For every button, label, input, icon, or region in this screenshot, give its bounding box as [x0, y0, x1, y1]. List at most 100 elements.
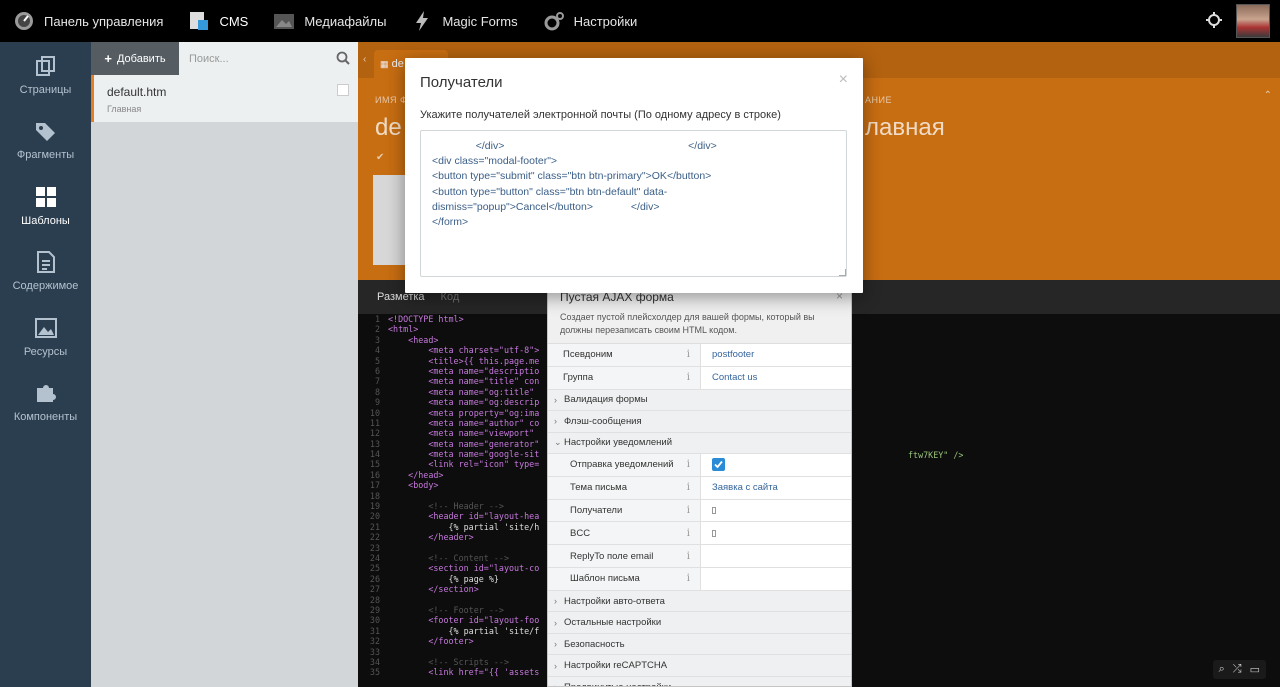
info-icon[interactable]: i	[687, 482, 690, 493]
line-text: <title>{{ this.page.me	[388, 355, 540, 366]
topbar-right	[1206, 0, 1270, 42]
property-row: Псевдоним i postfooter	[548, 344, 851, 367]
file-panel: + Добавить Поиск... default.htm Главная	[91, 42, 358, 687]
line-number: 7	[374, 376, 380, 387]
add-button[interactable]: + Добавить	[91, 42, 179, 75]
info-icon[interactable]: i	[687, 505, 690, 516]
property-group[interactable]: › Безопасность	[548, 633, 851, 656]
property-group[interactable]: ⌄ Настройки уведомлений	[548, 432, 851, 455]
shuffle-icon[interactable]: ⤮	[1233, 663, 1242, 676]
info-icon[interactable]: i	[687, 573, 690, 584]
search-icon[interactable]: ⌕	[1219, 663, 1225, 676]
crosshair-icon[interactable]	[1206, 11, 1222, 31]
nav-label: Ресурсы	[23, 345, 68, 358]
list-item[interactable]: default.htm Главная	[91, 75, 358, 122]
info-icon[interactable]: i	[687, 551, 690, 562]
checkbox-checked-icon[interactable]	[712, 458, 725, 472]
topbar-item-cms[interactable]: CMS	[175, 0, 260, 42]
topbar-item-magic-forms[interactable]: Magic Forms	[398, 0, 529, 42]
line-text: <head>	[388, 334, 439, 345]
close-icon[interactable]: ×	[839, 71, 848, 89]
search-icon	[336, 51, 350, 65]
info-icon[interactable]: i	[687, 372, 690, 383]
line-number: 27	[369, 584, 380, 595]
line-number: 25	[369, 563, 380, 574]
chevron-down-icon: ⌄	[554, 437, 562, 448]
line-number: 12	[369, 428, 380, 439]
property-group[interactable]: › Флэш-сообщения	[548, 411, 851, 433]
property-value[interactable]: postfooter	[700, 344, 851, 366]
group-label: Остальные настройки	[564, 617, 662, 629]
property-value[interactable]	[700, 568, 851, 590]
topbar-item-settings[interactable]: Настройки	[530, 0, 650, 42]
dashboard-icon	[12, 9, 36, 33]
edit-placeholder-icon	[712, 507, 716, 515]
add-button-label: Добавить	[116, 52, 166, 65]
cms-icon	[187, 9, 211, 33]
info-icon[interactable]: i	[687, 349, 690, 360]
nav-item-assets[interactable]: Ресурсы	[0, 304, 91, 370]
recipients-textarea[interactable]: </div> </div> <div class="modal-footer">…	[420, 130, 847, 277]
property-name: Получатели i	[548, 499, 700, 522]
description-label: АНИЕ	[865, 95, 892, 105]
nav-item-components[interactable]: Компоненты	[0, 370, 91, 436]
line-text: <meta name="generator"	[388, 438, 540, 449]
topbar-label: Панель управления	[44, 13, 164, 29]
group-label: Настройки уведомлений	[564, 437, 673, 449]
info-icon[interactable]: i	[687, 459, 690, 470]
property-group[interactable]: › Валидация формы	[548, 389, 851, 412]
content-icon	[36, 251, 55, 274]
topbar-item-dashboard[interactable]: Панель управления	[0, 0, 175, 42]
line-text: <meta name="title" con	[388, 376, 540, 387]
property-name: Отправка уведомлений i	[548, 454, 700, 476]
collapse-icon[interactable]: ⌃	[1264, 90, 1272, 101]
line-text: <meta name="author" co	[388, 417, 540, 428]
pages-icon	[35, 55, 55, 76]
info-icon[interactable]: i	[687, 528, 690, 539]
nav-item-content[interactable]: Содержимое	[0, 239, 91, 305]
property-value[interactable]: Contact us	[700, 366, 851, 389]
chevron-right-icon: ›	[554, 682, 564, 686]
property-value[interactable]	[700, 522, 851, 545]
property-group[interactable]: ›Продвинутые настройки	[548, 676, 851, 686]
property-group[interactable]: › Настройки reCAPTCHA	[548, 655, 851, 677]
nav-item-partials[interactable]: Фрагменты	[0, 108, 91, 174]
chevron-right-icon: ›	[554, 416, 557, 427]
resize-handle[interactable]	[839, 269, 846, 276]
search-input[interactable]: Поиск...	[179, 42, 358, 75]
line-text: </head>	[388, 469, 444, 480]
filename-label: ИМЯ Ф	[375, 95, 408, 105]
group-label: Безопасность	[564, 638, 625, 650]
nav-label: Содержимое	[12, 280, 79, 293]
avatar[interactable]	[1236, 4, 1270, 38]
property-value[interactable]	[700, 545, 851, 568]
property-group[interactable]: › Остальные настройки	[548, 612, 851, 634]
topbar-item-media[interactable]: Медиафайлы	[260, 0, 398, 42]
chevron-right-icon: ›	[554, 639, 557, 650]
line-text: <link href="{{ 'assets	[388, 667, 540, 678]
media-icon	[272, 9, 296, 33]
filename-field[interactable]: de	[375, 114, 402, 142]
chevron-left-icon[interactable]: ‹	[363, 54, 366, 65]
property-group[interactable]: › Настройки авто-ответа	[548, 590, 851, 613]
property-value[interactable]: Заявка с сайта	[700, 476, 851, 499]
nav-label: Страницы	[19, 83, 72, 96]
tags-icon	[35, 123, 55, 142]
description-field[interactable]: лавная	[865, 114, 945, 142]
property-name: Группа i	[548, 366, 700, 389]
property-name: Тема письма i	[548, 476, 700, 499]
line-number: 23	[369, 542, 380, 553]
property-value[interactable]	[700, 499, 851, 522]
line-number: 15	[369, 459, 380, 470]
line-number: 32	[369, 636, 380, 647]
nav-item-pages[interactable]: Страницы	[0, 42, 91, 108]
inspector-properties: Псевдоним i postfooter Группа i Contact us › Ва…	[548, 344, 851, 686]
group-label: Настройки reCAPTCHA	[564, 660, 668, 672]
file-checkbox[interactable]	[337, 84, 349, 96]
topbar-label: CMS	[219, 13, 249, 29]
line-text: {% partial 'site/f	[388, 625, 540, 636]
monitor-icon[interactable]: ▭	[1250, 663, 1260, 676]
nav-item-layouts[interactable]: Шаблоны	[0, 173, 91, 239]
property-value[interactable]	[700, 454, 851, 476]
tab-label: de	[391, 58, 404, 70]
